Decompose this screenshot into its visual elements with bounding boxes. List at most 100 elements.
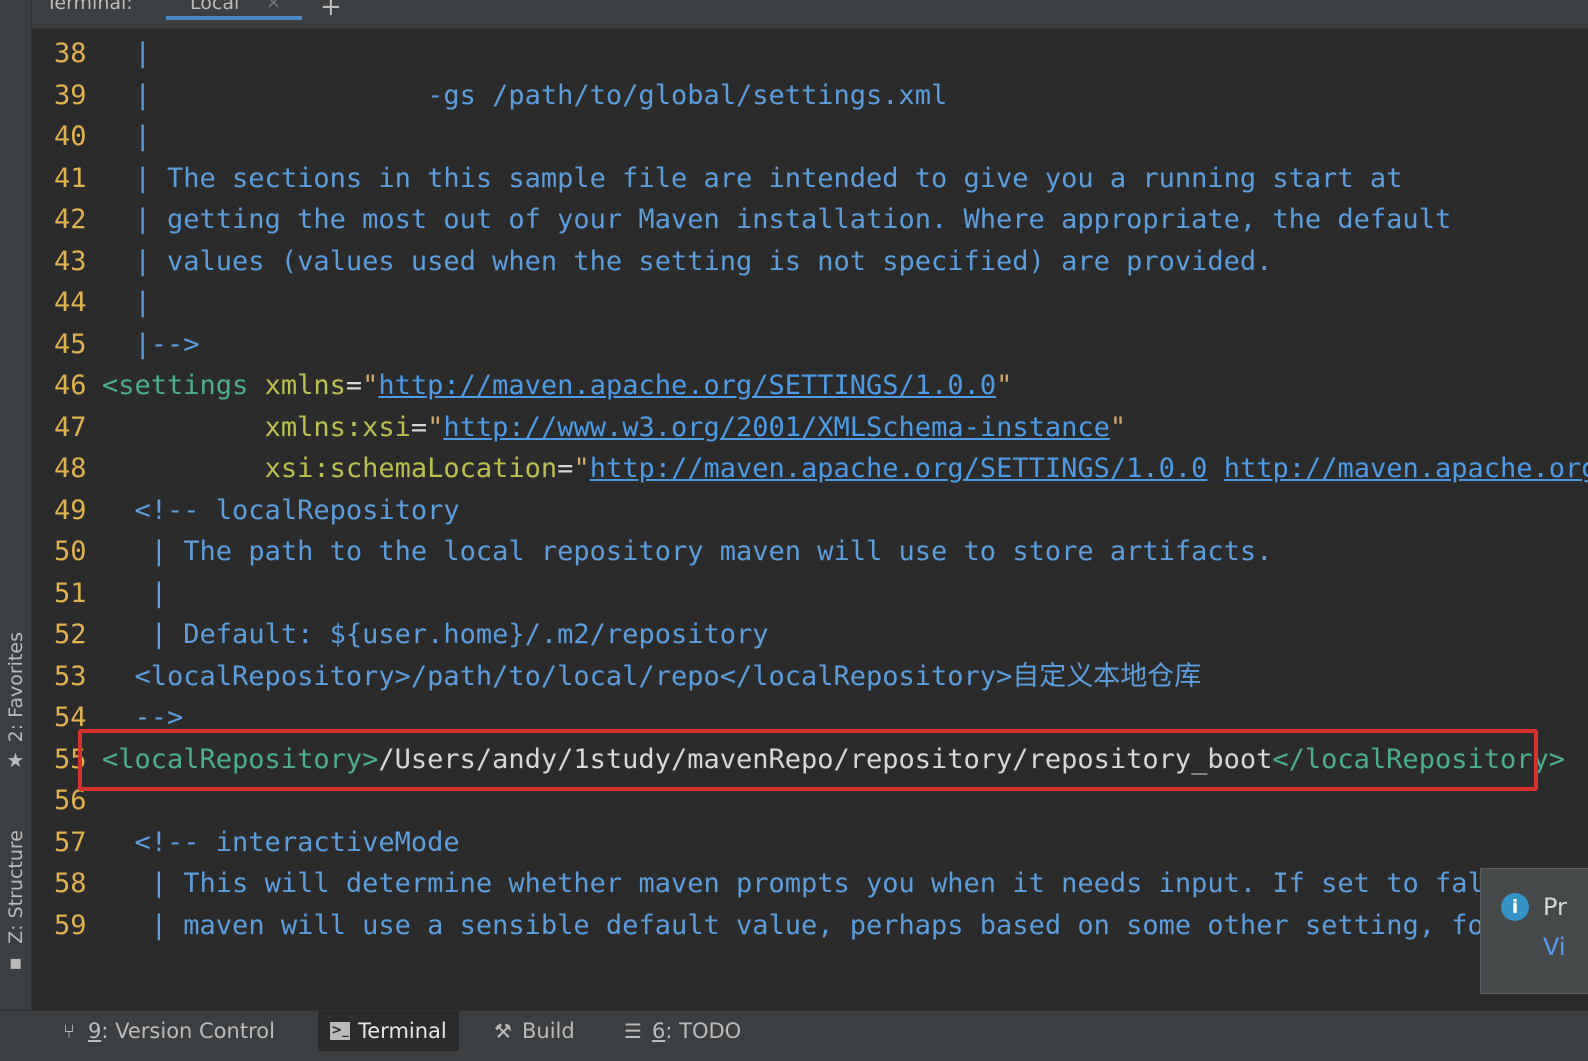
code-line[interactable]: 50 | The path to the local repository ma… (32, 531, 1588, 573)
line-code: | -gs /path/to/global/settings.xml (102, 75, 948, 117)
notification-popup[interactable]: i Pr Vi (1480, 868, 1588, 994)
code-token: | (150, 577, 168, 609)
favorites-label: 2: Favorites (4, 632, 27, 743)
url-link[interactable]: http://maven.apache.org/SETTINGS/1.0.0 (590, 453, 1208, 484)
notification-title: Pr (1543, 893, 1567, 921)
code-line[interactable]: 49 <!-- localRepository (32, 490, 1588, 532)
code-token: | maven will use a sensible default valu… (150, 909, 1500, 941)
line-code: <!-- interactiveMode (102, 822, 460, 864)
terminal-tab[interactable]: >_ Terminal (318, 1011, 459, 1051)
add-tab-icon[interactable]: + (320, 0, 342, 22)
code-token: | (134, 287, 151, 318)
code-line[interactable]: 47 xmlns:xsi="http://www.w3.org/2001/XML… (32, 407, 1588, 449)
tab-local-label: Local (190, 0, 240, 14)
code-line[interactable]: 58 | This will determine whether maven p… (32, 863, 1588, 905)
line-code: <!-- localRepository (102, 490, 460, 532)
favorites-tool-tab[interactable]: 2: Favorites ★ (0, 632, 31, 792)
line-code: | (102, 116, 151, 158)
hammer-icon: ⚒ (494, 1019, 512, 1043)
structure-label: Z: Structure (4, 830, 27, 944)
line-code: | (102, 573, 167, 615)
line-code: | (102, 282, 151, 324)
code-token: " (427, 411, 444, 443)
code-line[interactable]: 57 <!-- interactiveMode (32, 822, 1588, 864)
line-code: xsi:schemaLocation="http://maven.apache.… (102, 448, 1588, 490)
line-code: | maven will use a sensible default valu… (102, 905, 1500, 947)
code-token: | (134, 38, 151, 69)
code-line[interactable]: 51 | (32, 573, 1588, 615)
code-line[interactable]: 53 <localRepository>/path/to/local/repo<… (32, 656, 1588, 698)
code-line[interactable]: 59 | maven will use a sensible default v… (32, 905, 1588, 947)
code-editor[interactable]: 38 | 39 | -gs /path/to/global/settings.xm… (32, 30, 1588, 1008)
version-control-mnemonic: 9 (88, 1019, 102, 1043)
code-line[interactable]: 42 | getting the most out of your Maven … (32, 199, 1588, 241)
structure-tool-tab[interactable]: Z: Structure ▪ (0, 830, 31, 990)
line-code: <settings xmlns="http://maven.apache.org… (102, 365, 1012, 407)
terminal-tab-bar: Terminal: Local × + (32, 0, 1588, 29)
info-icon: i (1501, 893, 1529, 921)
code-line[interactable]: 48 xsi:schemaLocation="http://maven.apac… (32, 448, 1588, 490)
code-line[interactable]: 52 | Default: ${user.home}/.m2/repositor… (32, 614, 1588, 656)
code-token: | values (values used when the setting i… (134, 245, 1273, 277)
code-line[interactable]: 43 | values (values used when the settin… (32, 241, 1588, 283)
code-token: " (362, 370, 379, 401)
code-token: = (345, 370, 363, 401)
line-code: | Default: ${user.home}/.m2/repository (102, 614, 769, 656)
todo-tab[interactable]: ☰ 6: TODO (610, 1011, 753, 1051)
url-link[interactable]: http://maven.apache.org/SETTINGS/1.0.0 (378, 370, 996, 401)
notification-link[interactable]: Vi (1543, 933, 1566, 961)
highlight-box (78, 729, 1538, 791)
code-line[interactable]: 46 <settings xmlns="http://maven.apache.o… (32, 365, 1588, 407)
active-tab-underline (166, 16, 302, 20)
url-link[interactable]: http://maven.apache.org/ (1224, 453, 1588, 484)
version-control-tab[interactable]: ⑂ 9: Version Control (46, 1011, 287, 1051)
code-token: = (557, 453, 574, 484)
code-token: xmlns (264, 370, 346, 401)
code-line[interactable]: 39 | -gs /path/to/global/settings.xml (32, 75, 1588, 117)
line-code: | The sections in this sample file are i… (102, 158, 1403, 200)
code-token: xmlns:xsi (264, 411, 411, 443)
build-label: Build (522, 1019, 575, 1043)
tab-local[interactable]: Local × (166, 0, 302, 28)
code-token: <localRepository>/path/to/local/repo</lo… (134, 660, 1202, 692)
url-link[interactable]: http://www.w3.org/2001/XMLSchema-instanc… (443, 412, 1109, 443)
star-icon: ★ (6, 748, 25, 773)
code-token: = (410, 411, 428, 443)
code-token: " (996, 370, 1013, 401)
code-token: | The path to the local repository maven… (150, 536, 1273, 567)
code-token: " (573, 453, 590, 484)
code-line[interactable]: 44 | (32, 282, 1588, 324)
code-token: |--> (134, 328, 200, 360)
code-line[interactable]: 41 | The sections in this sample file ar… (32, 158, 1588, 200)
build-tab[interactable]: ⚒ Build (480, 1011, 587, 1051)
code-token: | getting the most out of your Maven ins… (134, 204, 1452, 235)
todo-label: : TODO (665, 1019, 742, 1043)
code-token: xsi:schemaLocation (264, 453, 558, 484)
list-icon: ☰ (624, 1019, 642, 1043)
code-line[interactable]: 40 | (32, 116, 1588, 158)
code-line[interactable]: 38 | (32, 33, 1588, 75)
line-code: | This will determine whether maven prom… (102, 863, 1516, 905)
terminal-icon: >_ (330, 1022, 350, 1040)
terminal-title: Terminal: (46, 0, 133, 14)
line-code: | (102, 33, 151, 75)
code-line[interactable]: 45 |--> (32, 324, 1588, 366)
close-icon[interactable]: × (266, 0, 281, 13)
structure-icon: ▪ (8, 949, 23, 974)
